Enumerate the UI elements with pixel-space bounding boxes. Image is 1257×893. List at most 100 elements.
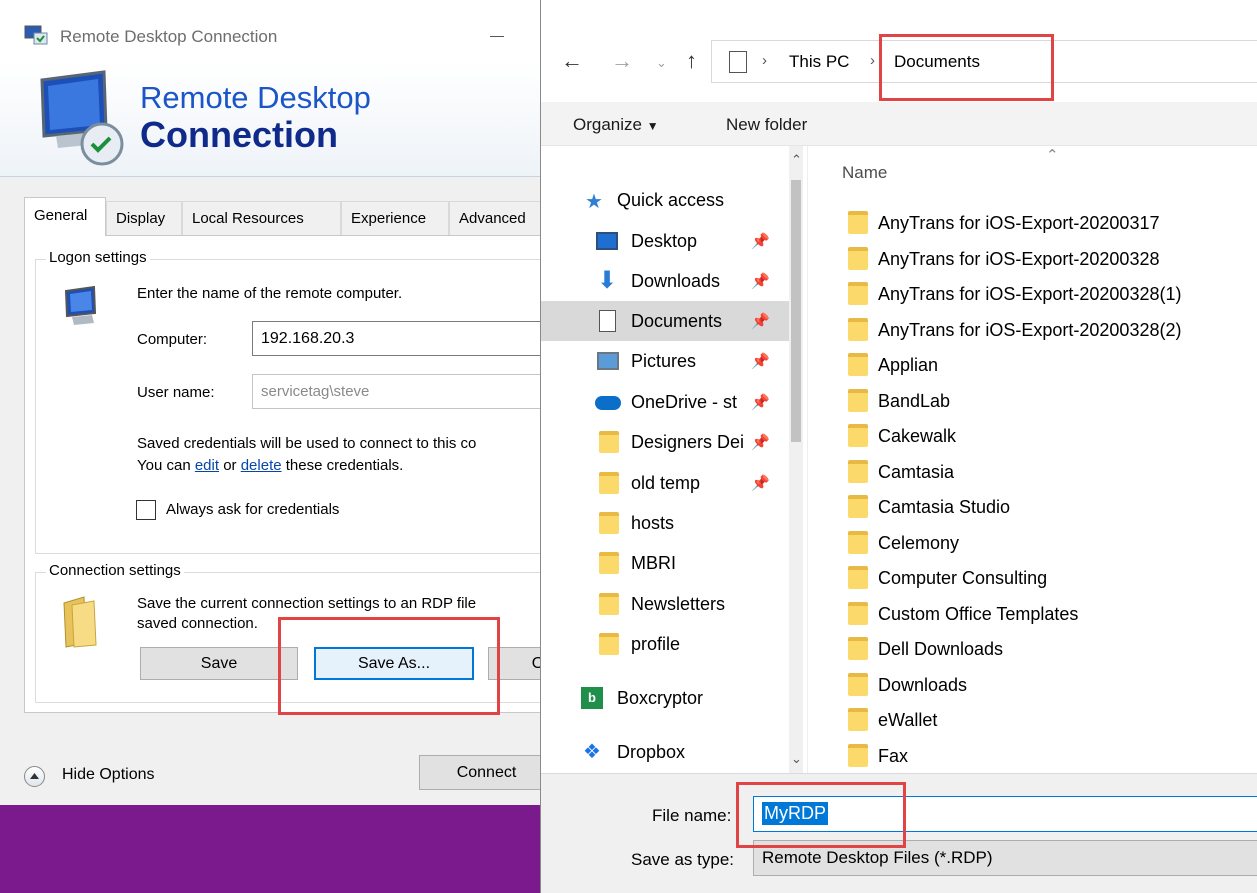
pin-icon[interactable]: 📌 <box>751 433 770 451</box>
file-list-item[interactable]: Fax <box>844 738 1254 773</box>
pin-icon[interactable]: 📌 <box>751 312 770 330</box>
caret-down-icon: ▼ <box>646 119 659 133</box>
highlight-box-documents <box>879 34 1054 101</box>
chevron-up-icon[interactable] <box>24 766 45 787</box>
file-list-item[interactable]: Applian <box>844 347 1254 382</box>
nav-item-profile[interactable]: profile <box>541 624 789 664</box>
minimize-icon[interactable] <box>490 36 504 37</box>
back-arrow-icon[interactable]: ← <box>561 50 583 72</box>
file-name-text: Camtasia Studio <box>878 497 1011 517</box>
scroll-down-icon[interactable]: ⌄ <box>791 751 802 767</box>
file-name-text: Downloads <box>878 674 968 695</box>
file-list-item[interactable]: Celemony <box>844 525 1254 560</box>
nav-item-designers[interactable]: Designers Dei 📌 <box>541 422 789 462</box>
nav-item-label: MBRI <box>631 553 676 573</box>
forward-arrow-icon[interactable]: → <box>611 50 633 72</box>
folder-icon <box>848 530 868 554</box>
file-list-item[interactable]: eWallet <box>844 702 1254 737</box>
download-icon: ⬇ <box>597 267 618 294</box>
banner-title-line1: Remote Desktop <box>140 80 371 115</box>
scrollbar-thumb[interactable] <box>791 180 801 442</box>
computer-input[interactable]: 192.168.20.3 <box>252 321 545 356</box>
breadcrumb-this-pc[interactable]: This PC <box>789 52 849 72</box>
hide-options-button[interactable]: Hide Options <box>62 766 155 784</box>
file-list-item[interactable]: Dell Downloads <box>844 631 1254 666</box>
edit-credentials-link[interactable]: edit <box>195 457 219 474</box>
nav-item-pictures[interactable]: Pictures 📌 <box>541 341 789 381</box>
tab-general[interactable]: General <box>24 197 106 236</box>
tab-display[interactable]: Display <box>106 201 182 235</box>
file-list-item[interactable]: Computer Consulting <box>844 560 1254 595</box>
file-list-item[interactable]: AnyTrans for iOS-Export-20200317 <box>844 205 1254 240</box>
pictures-icon <box>597 352 619 370</box>
nav-item-desktop[interactable]: Desktop 📌 <box>541 221 789 261</box>
rdc-banner: Remote Desktop Connection <box>0 62 545 177</box>
file-name-text: Celemony <box>878 532 960 553</box>
nav-item-dropbox[interactable]: ❖ Dropbox <box>541 732 789 772</box>
scroll-up-icon[interactable]: ⌃ <box>791 152 802 168</box>
nav-item-onedrive[interactable]: OneDrive - st 📌 <box>541 382 789 422</box>
file-name-text: Applian <box>878 355 939 375</box>
sort-ascending-icon: ⌃ <box>1046 147 1059 164</box>
recent-locations-chevron-icon[interactable]: ⌄ <box>656 56 667 69</box>
file-list-item[interactable]: BandLab <box>844 383 1254 418</box>
nav-item-label: OneDrive - st <box>631 392 738 412</box>
nav-item-label: profile <box>631 634 681 654</box>
up-arrow-icon[interactable]: ↑ <box>686 50 697 72</box>
navigation-pane: ★ Quick access Desktop 📌 ⬇ Downloads 📌 D… <box>541 146 803 773</box>
logon-settings-group: Logon settings Enter the name of the rem… <box>35 249 545 554</box>
pin-icon[interactable]: 📌 <box>751 393 770 411</box>
file-list-pane: ⌃ Name AnyTrans for iOS-Export-20200317 A… <box>807 146 1257 773</box>
nav-item-boxcryptor[interactable]: b Boxcryptor <box>541 678 789 718</box>
file-list-item[interactable]: Custom Office Templates <box>844 596 1254 631</box>
nav-item-label: Boxcryptor <box>617 688 704 708</box>
connect-button[interactable]: Connect <box>419 755 545 790</box>
nav-pane-scrollbar[interactable]: ⌃ ⌄ <box>789 146 803 773</box>
save-button[interactable]: Save <box>140 647 298 680</box>
folder-icon <box>848 708 868 731</box>
cloud-icon <box>595 396 621 410</box>
pin-icon[interactable]: 📌 <box>751 272 770 290</box>
nav-item-mbri[interactable]: MBRI <box>541 543 789 583</box>
folder-icon <box>848 424 868 447</box>
nav-item-quick-access[interactable]: ★ Quick access <box>541 180 789 220</box>
folder-icon <box>599 593 619 615</box>
file-list-item[interactable]: AnyTrans for iOS-Export-20200328 <box>844 241 1254 276</box>
computer-icon <box>64 285 97 325</box>
file-list-item[interactable]: Cakewalk <box>844 418 1254 453</box>
file-name-text: AnyTrans for iOS-Export-20200328(2) <box>878 319 1182 340</box>
file-list-item[interactable]: Camtasia Studio <box>844 489 1254 524</box>
nav-item-hosts[interactable]: hosts <box>541 503 789 543</box>
nav-item-downloads[interactable]: ⬇ Downloads 📌 <box>541 261 789 301</box>
logon-prompt: Enter the name of the remote computer. <box>137 285 403 302</box>
file-list-item[interactable]: AnyTrans for iOS-Export-20200328(2) <box>844 312 1254 347</box>
nav-item-documents[interactable]: Documents 📌 <box>541 301 789 341</box>
file-list-item[interactable]: Downloads <box>844 667 1254 702</box>
rdc-logo-icon <box>40 70 124 166</box>
tab-local-resources[interactable]: Local Resources <box>182 201 341 235</box>
column-header-name[interactable]: Name <box>842 163 887 183</box>
rdc-titlebar: Remote Desktop Connection <box>0 0 545 62</box>
documents-location-icon <box>729 51 747 73</box>
pin-icon[interactable]: 📌 <box>751 232 770 250</box>
folder-icon <box>599 633 619 655</box>
connection-settings-text-1: Save the current connection settings to … <box>137 595 477 612</box>
file-list-item[interactable]: AnyTrans for iOS-Export-20200328(1) <box>844 276 1254 311</box>
rdc-window: Remote Desktop Connection Remote Desktop… <box>0 0 545 893</box>
tab-advanced[interactable]: Advanced <box>449 201 545 235</box>
save-as-dialog: ← → ⌄ ↑ › This PC › Documents Organize ▼… <box>540 0 1257 893</box>
pin-icon[interactable]: 📌 <box>751 352 770 370</box>
delete-credentials-link[interactable]: delete <box>241 457 282 474</box>
new-folder-button[interactable]: New folder <box>726 115 807 135</box>
always-ask-checkbox[interactable] <box>136 500 156 520</box>
credentials-text-suffix: these credentials. <box>281 457 404 474</box>
file-list-item[interactable]: Camtasia <box>844 454 1254 489</box>
tab-experience[interactable]: Experience <box>341 201 449 235</box>
folder-icon <box>848 211 868 234</box>
pin-icon[interactable]: 📌 <box>751 474 770 492</box>
folder-icon <box>848 388 868 412</box>
nav-item-old-temp[interactable]: old temp 📌 <box>541 463 789 503</box>
organize-button[interactable]: Organize ▼ <box>573 115 659 135</box>
nav-item-newsletters[interactable]: Newsletters <box>541 584 789 624</box>
folder-icon <box>599 552 619 574</box>
